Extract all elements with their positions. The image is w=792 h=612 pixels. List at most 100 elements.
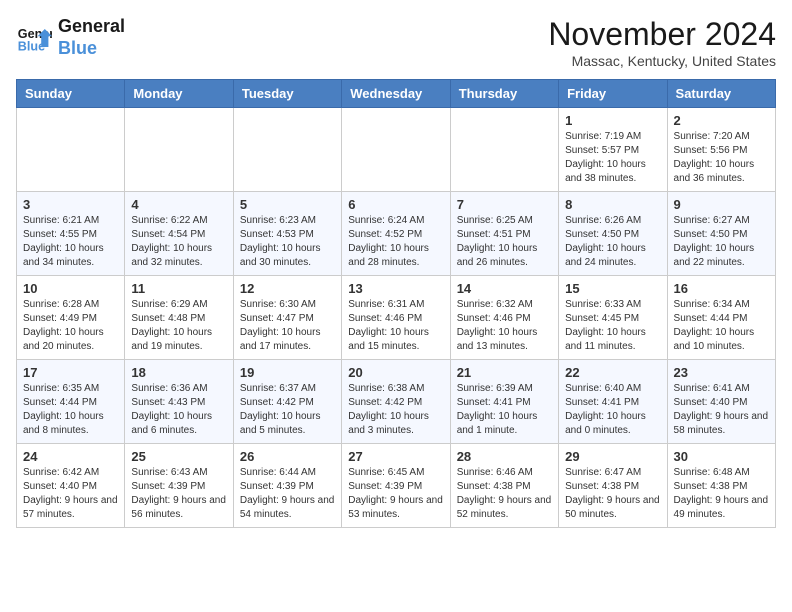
day-number: 6 (348, 197, 443, 212)
day-info: Sunrise: 6:25 AM Sunset: 4:51 PM Dayligh… (457, 214, 552, 270)
calendar-cell: 7 Sunrise: 6:25 AM Sunset: 4:51 PM Daylig… (450, 192, 558, 276)
day-number: 2 (674, 113, 769, 128)
day-number: 28 (457, 449, 552, 464)
title-area: November 2024 Massac, Kentucky, United S… (548, 16, 776, 69)
calendar-cell: 13Sunrise: 6:31 AM Sunset: 4:46 PM Dayli… (342, 276, 450, 360)
day-info: Sunrise: 6:37 AM Sunset: 4:42 PM Dayligh… (240, 382, 335, 438)
day-info: Sunrise: 6:29 AM Sunset: 4:48 PM Dayligh… (131, 298, 226, 354)
day-number: 24 (23, 449, 118, 464)
calendar-cell (342, 108, 450, 192)
day-info: Sunrise: 6:23 AM Sunset: 4:53 PM Dayligh… (240, 214, 335, 270)
calendar-cell: 5 Sunrise: 6:23 AM Sunset: 4:53 PM Daylig… (233, 192, 341, 276)
day-info: Sunrise: 6:43 AM Sunset: 4:39 PM Dayligh… (131, 466, 226, 522)
day-info: Sunrise: 6:40 AM Sunset: 4:41 PM Dayligh… (565, 382, 660, 438)
day-info: Sunrise: 7:20 AM Sunset: 5:56 PM Dayligh… (674, 130, 769, 186)
calendar-week-4: 17Sunrise: 6:35 AM Sunset: 4:44 PM Dayli… (17, 360, 776, 444)
day-number: 1 (565, 113, 660, 128)
weekday-header-tuesday: Tuesday (233, 80, 341, 108)
day-info: Sunrise: 6:41 AM Sunset: 4:40 PM Dayligh… (674, 382, 769, 438)
day-number: 16 (674, 281, 769, 296)
day-info: Sunrise: 6:47 AM Sunset: 4:38 PM Dayligh… (565, 466, 660, 522)
day-info: Sunrise: 6:26 AM Sunset: 4:50 PM Dayligh… (565, 214, 660, 270)
calendar-cell: 17Sunrise: 6:35 AM Sunset: 4:44 PM Dayli… (17, 360, 125, 444)
day-number: 17 (23, 365, 118, 380)
day-info: Sunrise: 6:48 AM Sunset: 4:38 PM Dayligh… (674, 466, 769, 522)
calendar-week-1: 1 Sunrise: 7:19 AM Sunset: 5:57 PM Daylig… (17, 108, 776, 192)
calendar-cell: 9 Sunrise: 6:27 AM Sunset: 4:50 PM Daylig… (667, 192, 775, 276)
day-number: 3 (23, 197, 118, 212)
day-info: Sunrise: 7:19 AM Sunset: 5:57 PM Dayligh… (565, 130, 660, 186)
calendar-cell: 22 Sunrise: 6:40 AM Sunset: 4:41 PM Dayli… (559, 360, 667, 444)
calendar-cell: 10 Sunrise: 6:28 AM Sunset: 4:49 PM Dayli… (17, 276, 125, 360)
calendar-cell: 25 Sunrise: 6:43 AM Sunset: 4:39 PM Dayli… (125, 444, 233, 528)
day-number: 7 (457, 197, 552, 212)
calendar-cell: 18Sunrise: 6:36 AM Sunset: 4:43 PM Dayli… (125, 360, 233, 444)
day-number: 14 (457, 281, 552, 296)
calendar-cell: 8 Sunrise: 6:26 AM Sunset: 4:50 PM Daylig… (559, 192, 667, 276)
day-info: Sunrise: 6:21 AM Sunset: 4:55 PM Dayligh… (23, 214, 118, 270)
svg-text:Blue: Blue (18, 39, 45, 53)
day-info: Sunrise: 6:38 AM Sunset: 4:42 PM Dayligh… (348, 382, 443, 438)
day-number: 27 (348, 449, 443, 464)
day-info: Sunrise: 6:45 AM Sunset: 4:39 PM Dayligh… (348, 466, 443, 522)
calendar-cell (125, 108, 233, 192)
calendar-week-5: 24Sunrise: 6:42 AM Sunset: 4:40 PM Dayli… (17, 444, 776, 528)
calendar-cell: 28 Sunrise: 6:46 AM Sunset: 4:38 PM Dayli… (450, 444, 558, 528)
calendar-cell: 21 Sunrise: 6:39 AM Sunset: 4:41 PM Dayli… (450, 360, 558, 444)
calendar-cell: 4 Sunrise: 6:22 AM Sunset: 4:54 PM Daylig… (125, 192, 233, 276)
day-number: 21 (457, 365, 552, 380)
day-number: 30 (674, 449, 769, 464)
calendar-cell: 1 Sunrise: 7:19 AM Sunset: 5:57 PM Daylig… (559, 108, 667, 192)
day-info: Sunrise: 6:31 AM Sunset: 4:46 PM Dayligh… (348, 298, 443, 354)
calendar-cell: 19 Sunrise: 6:37 AM Sunset: 4:42 PM Dayli… (233, 360, 341, 444)
logo: General Blue General Blue (16, 16, 125, 59)
day-number: 5 (240, 197, 335, 212)
day-info: Sunrise: 6:32 AM Sunset: 4:46 PM Dayligh… (457, 298, 552, 354)
day-number: 20 (348, 365, 443, 380)
day-number: 18 (131, 365, 226, 380)
day-info: Sunrise: 6:39 AM Sunset: 4:41 PM Dayligh… (457, 382, 552, 438)
day-number: 4 (131, 197, 226, 212)
calendar-cell: 11 Sunrise: 6:29 AM Sunset: 4:48 PM Dayli… (125, 276, 233, 360)
day-number: 26 (240, 449, 335, 464)
calendar-cell: 15Sunrise: 6:33 AM Sunset: 4:45 PM Dayli… (559, 276, 667, 360)
calendar-cell: 20 Sunrise: 6:38 AM Sunset: 4:42 PM Dayli… (342, 360, 450, 444)
calendar-table: SundayMondayTuesdayWednesdayThursdayFrid… (16, 79, 776, 528)
calendar-cell: 14 Sunrise: 6:32 AM Sunset: 4:46 PM Dayli… (450, 276, 558, 360)
day-number: 25 (131, 449, 226, 464)
day-info: Sunrise: 6:28 AM Sunset: 4:49 PM Dayligh… (23, 298, 118, 354)
day-info: Sunrise: 6:46 AM Sunset: 4:38 PM Dayligh… (457, 466, 552, 522)
calendar-cell: 6Sunrise: 6:24 AM Sunset: 4:52 PM Daylig… (342, 192, 450, 276)
day-number: 12 (240, 281, 335, 296)
logo-text: General Blue (58, 16, 125, 59)
calendar-cell: 27 Sunrise: 6:45 AM Sunset: 4:39 PM Dayli… (342, 444, 450, 528)
day-number: 8 (565, 197, 660, 212)
weekday-header-thursday: Thursday (450, 80, 558, 108)
calendar-cell (450, 108, 558, 192)
day-info: Sunrise: 6:34 AM Sunset: 4:44 PM Dayligh… (674, 298, 769, 354)
calendar-cell: 30 Sunrise: 6:48 AM Sunset: 4:38 PM Dayli… (667, 444, 775, 528)
day-number: 22 (565, 365, 660, 380)
weekday-header-wednesday: Wednesday (342, 80, 450, 108)
calendar-cell: 26 Sunrise: 6:44 AM Sunset: 4:39 PM Dayli… (233, 444, 341, 528)
day-info: Sunrise: 6:30 AM Sunset: 4:47 PM Dayligh… (240, 298, 335, 354)
weekday-header-sunday: Sunday (17, 80, 125, 108)
day-number: 19 (240, 365, 335, 380)
calendar-cell: 23Sunrise: 6:41 AM Sunset: 4:40 PM Dayli… (667, 360, 775, 444)
calendar-week-3: 10 Sunrise: 6:28 AM Sunset: 4:49 PM Dayli… (17, 276, 776, 360)
day-info: Sunrise: 6:27 AM Sunset: 4:50 PM Dayligh… (674, 214, 769, 270)
day-number: 10 (23, 281, 118, 296)
calendar-cell: 24Sunrise: 6:42 AM Sunset: 4:40 PM Dayli… (17, 444, 125, 528)
weekday-header-saturday: Saturday (667, 80, 775, 108)
day-info: Sunrise: 6:44 AM Sunset: 4:39 PM Dayligh… (240, 466, 335, 522)
calendar-cell: 12 Sunrise: 6:30 AM Sunset: 4:47 PM Dayli… (233, 276, 341, 360)
weekday-header-row: SundayMondayTuesdayWednesdayThursdayFrid… (17, 80, 776, 108)
calendar-cell: 3 Sunrise: 6:21 AM Sunset: 4:55 PM Daylig… (17, 192, 125, 276)
day-info: Sunrise: 6:22 AM Sunset: 4:54 PM Dayligh… (131, 214, 226, 270)
day-number: 9 (674, 197, 769, 212)
day-number: 29 (565, 449, 660, 464)
calendar-cell (17, 108, 125, 192)
calendar-week-2: 3 Sunrise: 6:21 AM Sunset: 4:55 PM Daylig… (17, 192, 776, 276)
month-title: November 2024 (548, 16, 776, 53)
day-number: 11 (131, 281, 226, 296)
